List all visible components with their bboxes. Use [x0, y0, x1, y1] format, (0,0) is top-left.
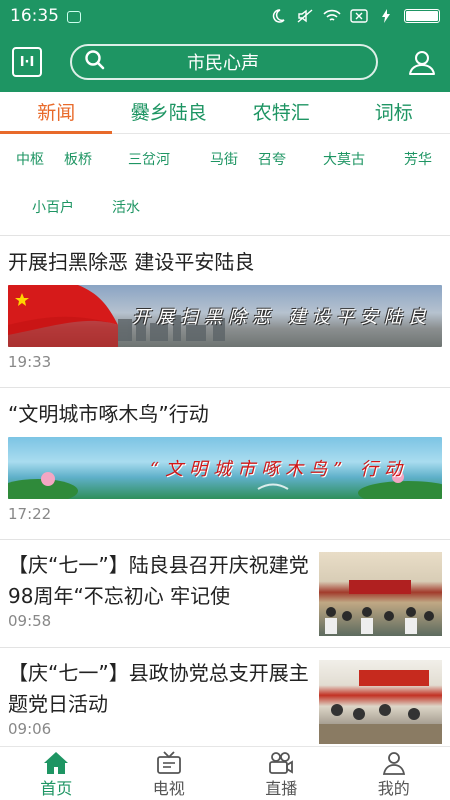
- subcat-majie[interactable]: 马街: [210, 149, 238, 169]
- nav-label: 电视: [152, 779, 185, 798]
- news-item[interactable]: 【庆“七一”】陆良县召开庆祝建党98周年“不忘初心 牢记使 09:58: [0, 540, 450, 648]
- camera-icon: [269, 752, 294, 774]
- activity-graphic: [319, 670, 442, 744]
- battery-icon: [404, 9, 440, 23]
- top-header: I·I 市民心声: [0, 32, 450, 92]
- app-root: 16:35 I·I 市民心声 新闻 爨乡陆良 农特汇 词标 中枢 板桥 三岔河 …: [0, 0, 450, 800]
- news-item[interactable]: “文明城市啄木鸟”行动 “文明城市啄木鸟” 行动 17:22: [0, 388, 450, 540]
- banner-caption: “文明城市啄木鸟” 行动: [149, 459, 408, 480]
- news-title: 开展扫黑除恶 建设平安陆良: [8, 250, 255, 274]
- news-title: 【庆“七一”】陆良县召开庆祝建党98周年“不忘初心 牢记使: [8, 553, 309, 608]
- news-item[interactable]: 开展扫黑除恶 建设平安陆良 开展扫黑除恶 建设平安陆良 19:33: [0, 236, 450, 388]
- moon-icon: [269, 7, 287, 25]
- search-bar[interactable]: 市民心声: [70, 44, 378, 80]
- nav-label: 直播: [265, 779, 298, 798]
- subcat-fanghua[interactable]: 芳华: [404, 149, 432, 169]
- nav-label: 首页: [40, 779, 73, 798]
- search-icon: [84, 49, 106, 75]
- wifi-icon: [323, 7, 341, 25]
- subcat-xiaobaihu[interactable]: 小百户: [32, 197, 74, 217]
- logo-text: I·I: [19, 54, 35, 70]
- nav-tv[interactable]: 电视: [113, 747, 226, 800]
- news-text: 【庆“七一”】陆良县召开庆祝建党98周年“不忘初心 牢记使 09:58: [8, 550, 319, 647]
- nav-mine[interactable]: 我的: [338, 747, 450, 800]
- subcat-huoshui[interactable]: 活水: [112, 197, 140, 217]
- sim-off-icon: [350, 7, 368, 25]
- subcat-zhaokua[interactable]: 召夸: [258, 149, 286, 169]
- tab-cibiao[interactable]: 词标: [338, 92, 450, 133]
- charging-icon: [377, 7, 395, 25]
- notification-icon: [67, 11, 81, 23]
- news-time: 17:22: [8, 505, 52, 523]
- news-banner-image: “文明城市啄木鸟” 行动: [8, 437, 442, 499]
- meeting-graphic: [325, 580, 434, 634]
- tab-news[interactable]: 新闻: [0, 92, 113, 133]
- user-icon: [409, 51, 435, 75]
- banner-caption: 开展扫黑除恶 建设平安陆良: [132, 307, 432, 328]
- category-tabs: 新闻 爨乡陆良 农特汇 词标: [0, 92, 450, 134]
- subcat-zhongshu[interactable]: 中枢: [16, 149, 44, 169]
- status-time: 16:35: [10, 6, 59, 26]
- nav-label: 我的: [377, 779, 410, 798]
- subcat-sanchahe[interactable]: 三岔河: [128, 149, 170, 169]
- nav-live[interactable]: 直播: [225, 747, 338, 800]
- subcat-banqiao[interactable]: 板桥: [64, 149, 92, 169]
- subcat-damogu[interactable]: 大莫古: [323, 149, 365, 169]
- news-time: 09:58: [8, 612, 52, 630]
- bottom-nav: 首页 电视 直播 我的: [0, 746, 450, 800]
- tab-cuanxiang-luliang[interactable]: 爨乡陆良: [113, 92, 226, 133]
- news-title: “文明城市啄木鸟”行动: [8, 402, 209, 426]
- tab-nongtehui[interactable]: 农特汇: [225, 92, 338, 133]
- mute-icon: [296, 7, 314, 25]
- search-label: 市民心声: [187, 53, 259, 74]
- news-text: 【庆“七一”】县政协党总支开展主题党日活动 09:06: [8, 658, 319, 755]
- subcategory-list: 中枢 板桥 三岔河 马街 召夸 大莫古 芳华 小百户 活水: [0, 134, 450, 236]
- home-icon: [44, 752, 69, 774]
- news-item[interactable]: 【庆“七一”】县政协党总支开展主题党日活动 09:06: [0, 648, 450, 756]
- news-thumbnail: [319, 660, 442, 744]
- news-time: 09:06: [8, 720, 52, 738]
- news-thumbnail: [319, 552, 442, 636]
- news-banner-image: 开展扫黑除恶 建设平安陆良: [8, 285, 442, 347]
- news-title: 【庆“七一”】县政协党总支开展主题党日活动: [8, 661, 309, 716]
- news-time: 19:33: [8, 353, 52, 371]
- app-logo-button[interactable]: I·I: [12, 47, 42, 77]
- news-list: 开展扫黑除恶 建设平安陆良 开展扫黑除恶 建设平安陆良 19:33 “文明城市啄…: [0, 236, 450, 756]
- user-profile-button[interactable]: [406, 46, 438, 78]
- tv-icon: [156, 751, 181, 774]
- person-icon: [382, 752, 405, 775]
- status-icons: [269, 7, 440, 25]
- status-bar: 16:35: [0, 0, 450, 32]
- nav-home[interactable]: 首页: [0, 747, 113, 800]
